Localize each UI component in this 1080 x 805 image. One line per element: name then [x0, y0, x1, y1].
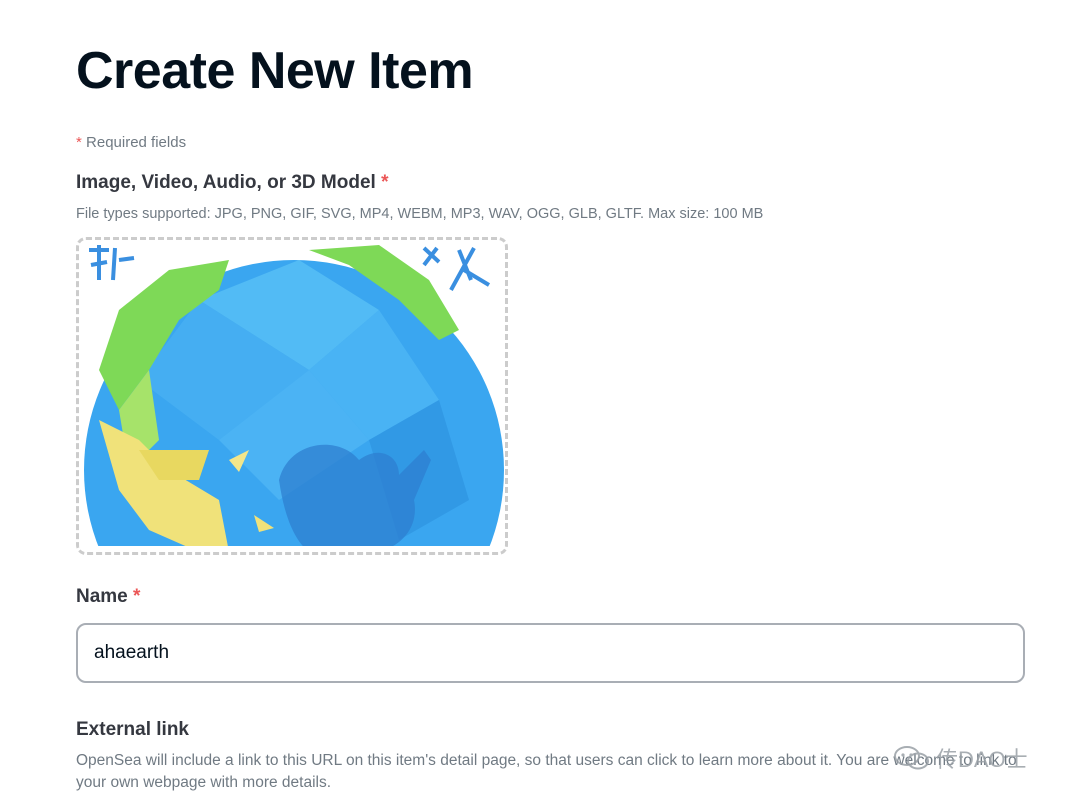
name-label: Name * [76, 586, 140, 608]
media-label-text: Image, Video, Audio, or 3D Model [76, 172, 376, 193]
required-asterisk: * [381, 172, 389, 193]
watermark-text: 传DAO士 [936, 747, 1028, 772]
watermark: 传DAO士 [892, 742, 1028, 774]
media-dropzone[interactable] [76, 237, 508, 555]
external-link-label: External link [76, 719, 189, 740]
earth-preview-image [79, 245, 505, 552]
page-title: Create New Item [76, 42, 474, 100]
required-fields-note: * Required fields [76, 134, 186, 151]
name-input[interactable] [76, 623, 1025, 683]
wechat-icon [894, 746, 929, 770]
file-types-note: File types supported: JPG, PNG, GIF, SVG… [76, 206, 764, 222]
name-label-text: Name [76, 586, 128, 607]
media-label: Image, Video, Audio, or 3D Model * [76, 172, 389, 194]
required-asterisk: * [133, 586, 141, 607]
required-asterisk: * [76, 134, 82, 151]
required-fields-text: Required fields [86, 134, 187, 151]
